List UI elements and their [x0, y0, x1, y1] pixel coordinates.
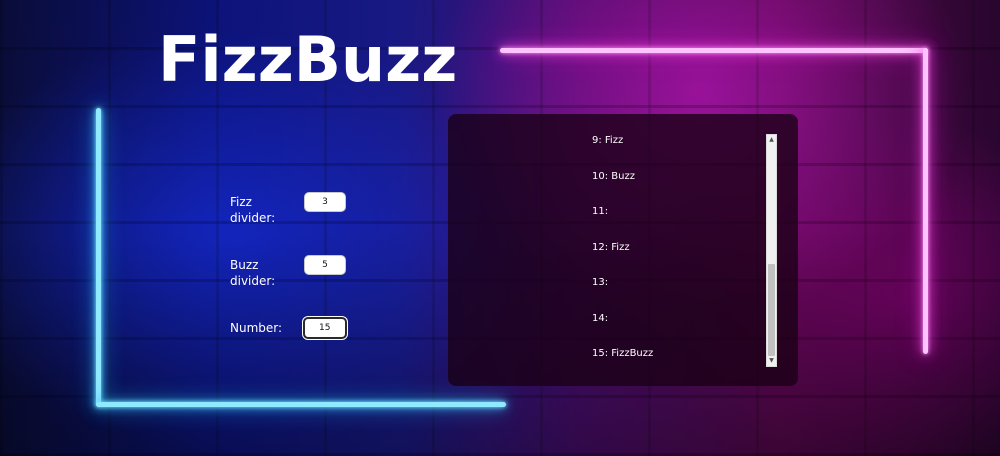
output-item: 15: FizzBuzz	[592, 348, 654, 359]
neon-blue-vertical-bar	[96, 108, 101, 406]
fizz-divider-label: Fizz divider:	[230, 195, 276, 225]
scroll-down-arrow-icon[interactable]: ▼	[767, 356, 776, 366]
output-panel[interactable]: 9: Fizz 10: Buzz 11: 12: Fizz 13: 14: 15…	[448, 114, 798, 386]
neon-blue-horizontal-bar	[96, 402, 506, 407]
output-item: 9: Fizz	[592, 135, 624, 146]
output-list: 9: Fizz 10: Buzz 11: 12: Fizz 13: 14: 15…	[592, 134, 653, 383]
neon-pink-vertical-bar	[923, 48, 928, 354]
buzz-divider-input[interactable]	[304, 255, 346, 275]
number-label: Number:	[230, 321, 283, 335]
output-item: 12: Fizz	[592, 241, 630, 253]
app-window: FizzBuzz Fizz divider: Buzz divider: Num…	[0, 0, 1000, 456]
page-title: FizzBuzz	[158, 23, 458, 96]
output-scrollbar[interactable]: ▲ ▼	[766, 134, 777, 367]
scroll-up-arrow-icon[interactable]: ▲	[767, 135, 776, 145]
output-item: 11:	[592, 206, 609, 217]
scroll-thumb[interactable]	[768, 264, 775, 356]
neon-pink-horizontal-bar	[500, 48, 928, 53]
output-item: 14:	[592, 312, 609, 324]
output-item: 13:	[592, 277, 609, 288]
number-input[interactable]	[303, 317, 347, 339]
fizz-divider-input[interactable]	[304, 192, 346, 212]
buzz-divider-label: Buzz divider:	[230, 258, 276, 288]
output-item: 10: Buzz	[592, 170, 635, 182]
